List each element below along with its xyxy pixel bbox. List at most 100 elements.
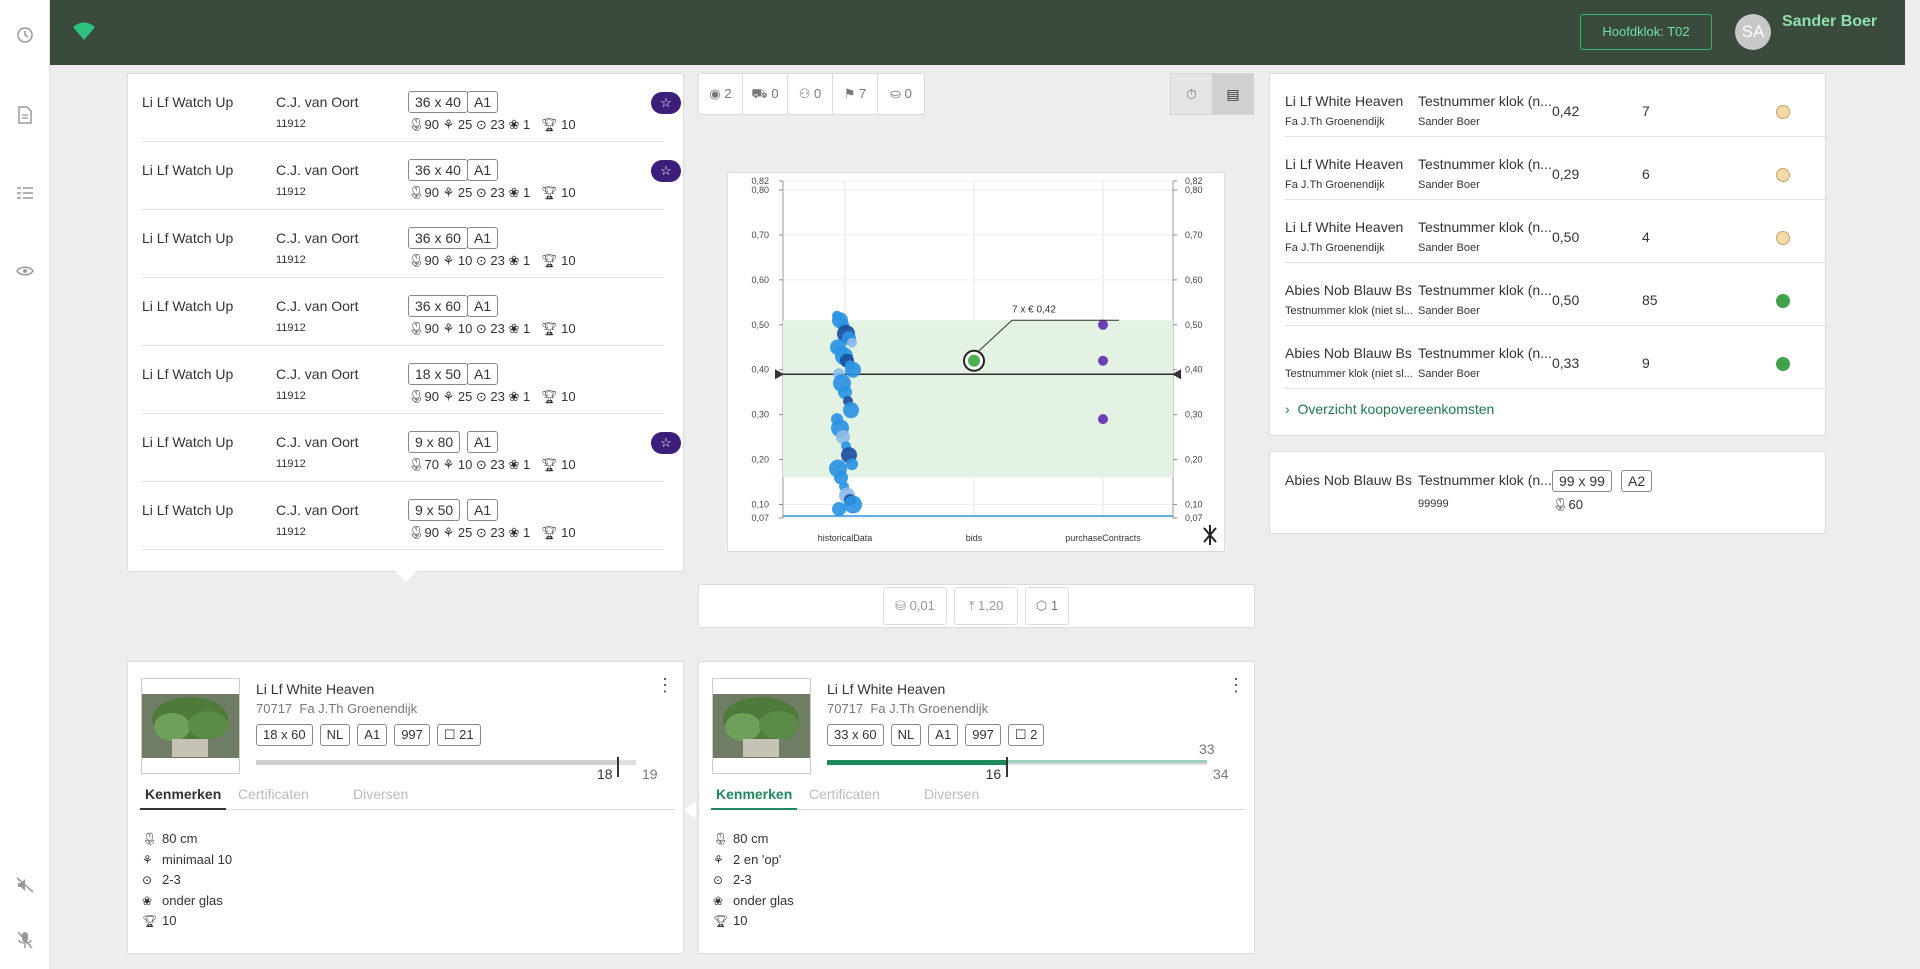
- lot-row[interactable]: Li Lf Watch Up C.J. van Oort 11912 36 x 60 A…: [142, 278, 664, 346]
- units-value: 1: [1050, 598, 1059, 613]
- contract-price: 0,29: [1552, 166, 1580, 182]
- branch-icon: ⚘: [713, 852, 724, 867]
- flag-count: 7: [859, 86, 867, 101]
- lot-name: Li Lf Watch Up: [142, 434, 234, 450]
- contract-user: Sander Boer: [1418, 242, 1480, 254]
- star-icon[interactable]: ☆: [651, 92, 681, 114]
- lot-row[interactable]: Li Lf Watch Up C.J. van Oort 11912 9 x 50 A1…: [142, 482, 664, 550]
- card-tag: NL: [319, 724, 351, 746]
- more-menu-icon[interactable]: ⋮: [656, 676, 674, 702]
- tab-kenmerken[interactable]: Kenmerken: [140, 786, 227, 810]
- stem-length-icon: 🌷︎: [713, 832, 729, 846]
- chart-svg: 0,82 0,820,80 0,800,70 0,700,60 0,600,50 0,50…: [751, 176, 1217, 545]
- progress-marker: [1005, 757, 1008, 777]
- more-menu-icon[interactable]: ⋮: [1227, 676, 1245, 702]
- historical-point: [843, 402, 859, 419]
- attribute-row: ⊙ 2-3: [713, 870, 794, 891]
- lot-grower: C.J. van Oort: [276, 434, 359, 450]
- lot-size-tag: 36 x 60: [408, 295, 468, 317]
- attribute-value: minimaal 10: [162, 851, 233, 867]
- lot-row[interactable]: Li Lf Watch Up C.J. van Oort 11912 36 x 40 A…: [142, 74, 681, 142]
- tab-diversen[interactable]: Diversen: [924, 786, 979, 810]
- attribute-row: ⚘ 2 en 'op': [713, 850, 794, 871]
- lot-size-tag: 36 x 40: [408, 91, 468, 113]
- lot-row[interactable]: Li Lf Watch Up C.J. van Oort 11912 9 x 80 A1…: [142, 414, 681, 482]
- document-icon[interactable]: [15, 106, 35, 126]
- y-tick-left: 0,20: [751, 455, 769, 465]
- card-tag: 33 x 60: [827, 724, 884, 746]
- card-code: 70717: [827, 701, 864, 716]
- views-count: 2: [724, 86, 732, 101]
- list-view-icon[interactable]: ▤: [1212, 74, 1254, 114]
- contract-row[interactable]: Abies Nob Blauw Bs Testnummer klok (niet …: [1285, 263, 1825, 326]
- contract-user: Sander Boer: [1418, 179, 1480, 191]
- historical-point: [844, 495, 862, 514]
- contract-row[interactable]: Li Lf White Heaven Fa J.Th Groenendijk Tes…: [1285, 200, 1825, 263]
- lot-row[interactable]: Li Lf Watch Up C.J. van Oort 11912 36 x 60 A…: [142, 210, 664, 278]
- bid-marker: [968, 354, 980, 367]
- contract-row[interactable]: Li Lf White Heaven Fa J.Th Groenendijk Tes…: [1285, 74, 1825, 137]
- lot-code: 11912: [276, 118, 306, 130]
- attribute-row: ⚘ minimaal 10: [142, 850, 232, 871]
- attribute-row: 🌷︎ 80 cm: [142, 829, 232, 850]
- contract-row[interactable]: Abies Nob Blauw Bs Testnummer klok (niet …: [1285, 326, 1825, 389]
- card-title: Li Lf White Heaven: [827, 681, 946, 697]
- lot-size-tag: 18 x 50: [408, 363, 468, 385]
- lot-size-tag: 9 x 80: [408, 431, 461, 453]
- stem-length-icon: 🌷︎: [1552, 497, 1569, 512]
- list-icon[interactable]: [15, 186, 35, 206]
- lot-specs: 🌷︎90 ⚘ 25 ⊙ 23 ❀ 1 🏆︎ 10: [408, 117, 576, 132]
- avatar[interactable]: SA: [1735, 14, 1771, 50]
- tab-kenmerken[interactable]: Kenmerken: [711, 786, 798, 810]
- glass-icon: ❀: [142, 893, 153, 908]
- y-tick-left: 0,80: [751, 185, 769, 195]
- lot-code: 11912: [276, 254, 306, 266]
- contract-row[interactable]: Li Lf White Heaven Fa J.Th Groenendijk Tes…: [1285, 137, 1825, 200]
- progress-current: 16: [985, 766, 1002, 782]
- lot-name: Li Lf Watch Up: [142, 162, 234, 178]
- price-step-button[interactable]: ⛁ 0,01: [883, 587, 947, 625]
- star-icon[interactable]: ☆: [651, 160, 681, 182]
- historical-point: [832, 502, 846, 517]
- contract-grower: Fa J.Th Groenendijk: [1285, 242, 1385, 254]
- tab-certificaten[interactable]: Certificaten: [809, 786, 880, 810]
- progress-marker: [617, 757, 619, 777]
- card-tag: NL: [890, 724, 922, 746]
- overview-link[interactable]: › Overzicht koopovereenkomsten: [1285, 401, 1494, 417]
- x-tick-label: bids: [966, 533, 983, 543]
- product-image: [712, 678, 811, 774]
- max-price-button[interactable]: ⤒ 1,20: [954, 587, 1018, 625]
- timer-view-icon[interactable]: ⏱: [1171, 74, 1212, 114]
- status-dot: [1776, 294, 1790, 308]
- lot-grade-tag: A1: [467, 91, 499, 113]
- history-icon[interactable]: [15, 26, 35, 46]
- x-tick-label: purchaseContracts: [1065, 533, 1141, 543]
- lot-name: Li Lf Watch Up: [142, 298, 234, 314]
- lot-row[interactable]: Li Lf Watch Up C.J. van Oort 11912 18 x 50 A…: [142, 346, 664, 414]
- progress-above: 33: [1199, 741, 1215, 757]
- tab-diversen[interactable]: Diversen: [353, 786, 408, 810]
- lot-detail-card: Li Lf White Heaven 70717 Fa J.Th Groenend…: [698, 661, 1255, 954]
- user-name[interactable]: Sander Boer: [1782, 13, 1877, 31]
- bid-toolbar: ⛁ 0,01 ⤒ 1,20 ⬡ 1: [698, 584, 1255, 628]
- main-clock-button[interactable]: Hoofdklok: T02: [1580, 14, 1712, 50]
- units-button[interactable]: ⬡ 1: [1025, 587, 1069, 625]
- tab-certificaten[interactable]: Certificaten: [238, 786, 309, 810]
- lot-row[interactable]: Li Lf Watch Up C.J. van Oort 11912 36 x 40 A…: [142, 142, 681, 210]
- eye-icon[interactable]: [15, 263, 35, 283]
- contract-qty: 7: [1642, 103, 1650, 119]
- lot-specs: 🌷︎90 ⚘ 25 ⊙ 23 ❀ 1 🏆︎ 10: [408, 525, 576, 540]
- lot-specs: 🌷︎90 ⚘ 10 ⊙ 23 ❀ 1 🏆︎ 10: [408, 321, 576, 336]
- y-tick-right: 0,50: [1185, 320, 1203, 330]
- sound-off-icon[interactable]: [15, 877, 35, 897]
- attribute-value: 80 cm: [733, 831, 769, 846]
- x-tick-label: historicalData: [818, 533, 873, 543]
- contract-product: Abies Nob Blauw Bs: [1285, 282, 1412, 298]
- flag-icon: ⚑: [843, 86, 856, 101]
- star-icon[interactable]: ☆: [651, 432, 681, 454]
- progress-fill: [827, 760, 1006, 765]
- cart-icon: ⛟: [751, 86, 768, 101]
- view-toggle: ⏱ ▤: [1170, 73, 1254, 115]
- contract-user: Sander Boer: [1418, 116, 1480, 128]
- mic-off-icon[interactable]: [15, 931, 35, 951]
